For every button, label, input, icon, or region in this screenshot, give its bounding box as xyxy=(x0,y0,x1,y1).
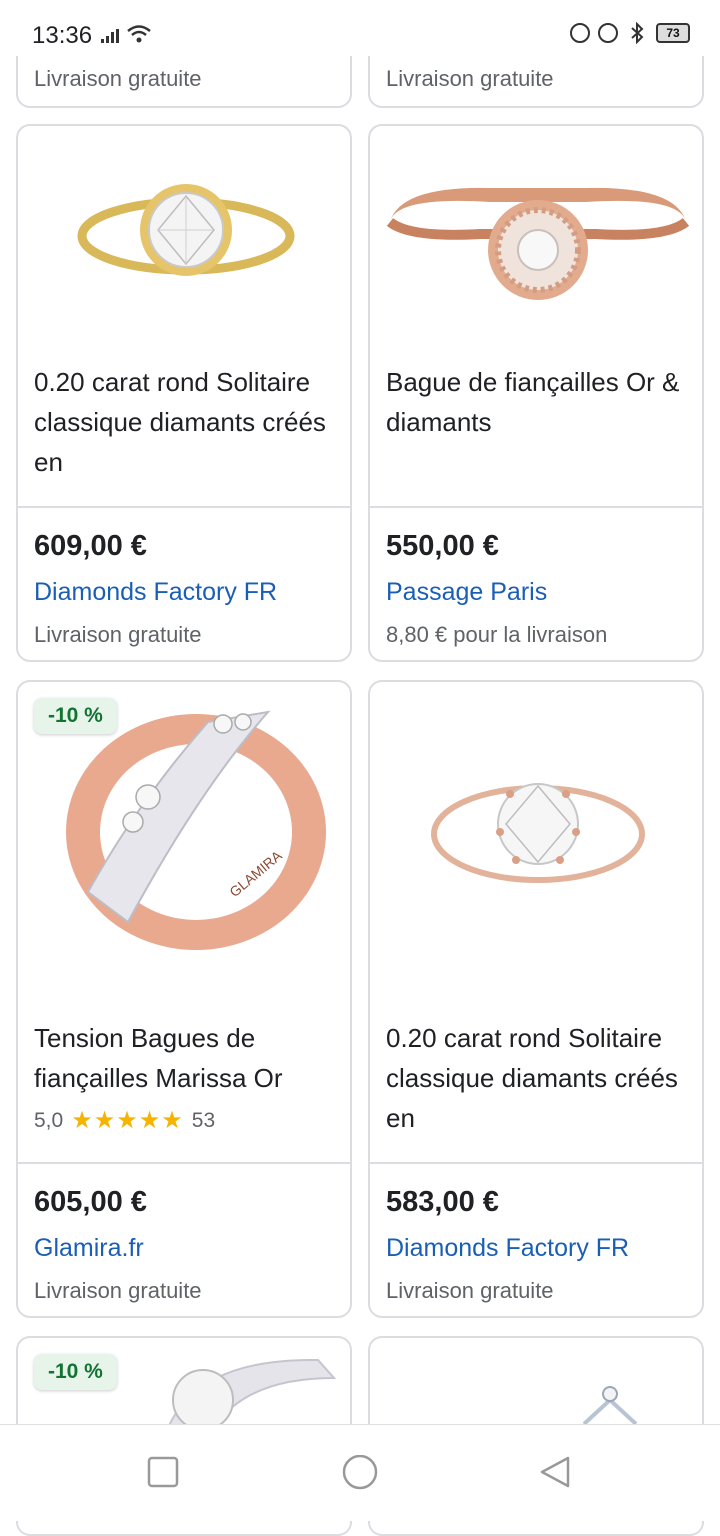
seller-link[interactable]: Diamonds Factory FR xyxy=(34,578,277,607)
clock: 13:36 xyxy=(32,22,93,49)
square-nav-icon[interactable] xyxy=(146,1455,180,1489)
product-image-rose-gold-halo-ring[interactable] xyxy=(370,126,704,366)
divider xyxy=(18,506,350,508)
rating-value: 5,0 xyxy=(34,1108,64,1132)
battery-icon: 73 xyxy=(656,23,690,43)
product-price: 583,00 € xyxy=(386,1186,499,1218)
data-saver-icon xyxy=(570,23,590,43)
shipping-info: 8,80 € pour la livraison xyxy=(386,622,608,647)
signal-icon xyxy=(101,29,119,43)
product-rating: 5,0 ★★★★★ 53 xyxy=(34,1106,215,1135)
discount-badge: -10 % xyxy=(34,698,117,734)
seller-link[interactable]: Diamonds Factory FR xyxy=(386,1234,629,1263)
shipping-info: Livraison gratuite xyxy=(34,66,202,91)
discount-badge: -10 % xyxy=(34,1354,117,1390)
product-card[interactable]: GLAMIRA -10 % Tension Bagues de fiançail… xyxy=(16,680,352,1318)
product-card[interactable]: 0.20 carat rond Solitaire classique diam… xyxy=(368,680,704,1318)
product-price: 609,00 € xyxy=(34,530,147,562)
product-image-gold-bezel-ring[interactable] xyxy=(18,126,352,366)
signal-icons xyxy=(100,24,152,44)
seller-link[interactable]: Glamira.fr xyxy=(34,1234,144,1263)
shipping-info: Livraison gratuite xyxy=(386,1278,554,1303)
seller-link[interactable]: Passage Paris xyxy=(386,578,547,607)
product-card[interactable]: Bague de fiançailles Or & diamants 550,0… xyxy=(368,124,704,662)
divider xyxy=(370,506,702,508)
product-card[interactable]: 0.20 carat rond Solitaire classique diam… xyxy=(16,124,352,662)
star-rating-icon: ★★★★★ xyxy=(71,1107,184,1134)
product-title[interactable]: Tension Bagues de fiançailles Marissa Or xyxy=(34,1018,334,1098)
product-price: 550,00 € xyxy=(386,530,499,562)
lock-icon xyxy=(598,23,618,43)
product-title[interactable]: Bague de fiançailles Or & diamants xyxy=(386,362,686,442)
shipping-info: Livraison gratuite xyxy=(34,1278,202,1303)
review-count: 53 xyxy=(191,1108,216,1132)
shipping-info: Livraison gratuite xyxy=(386,66,554,91)
divider xyxy=(18,1162,350,1164)
product-title[interactable]: 0.20 carat rond Solitaire classique diam… xyxy=(34,362,334,482)
product-image-rose-gold-solitaire-ring[interactable] xyxy=(370,682,704,982)
bluetooth-icon xyxy=(631,22,644,44)
product-price: 605,00 € xyxy=(34,1186,147,1218)
status-bar: 13:36 73 xyxy=(0,0,720,56)
product-image-partial-ring[interactable] xyxy=(370,1338,704,1438)
divider xyxy=(370,1162,702,1164)
circle-home-icon[interactable] xyxy=(340,1455,380,1495)
navigation-bar xyxy=(0,1424,720,1521)
product-title[interactable]: 0.20 carat rond Solitaire classique diam… xyxy=(386,1018,686,1138)
wifi-icon xyxy=(127,25,151,43)
triangle-back-icon[interactable] xyxy=(536,1455,572,1491)
shipping-info: Livraison gratuite xyxy=(34,622,202,647)
